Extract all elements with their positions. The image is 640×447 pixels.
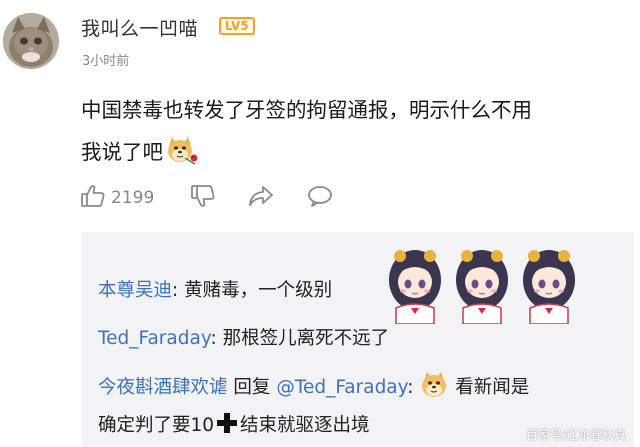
reply-username[interactable]: 本尊吴迪 [98,280,172,301]
anime-girl-stickers [386,246,578,326]
reply-button[interactable] [306,183,334,213]
reply-item: 今夜斟酒肆欢谑 回复 @Ted_Faraday: 看新闻是 [98,370,529,405]
comment-text: 中国禁毒也转发了牙签的拘留通报，明示什么不用 我说了吧 [81,89,626,173]
dislike-button[interactable] [190,183,216,213]
share-button[interactable] [247,183,275,213]
anime-girl-sticker-icon [389,250,441,324]
reply-item: 本尊吴迪: 黄赌毒，一个级别 [98,280,333,301]
comment-bubble-icon [306,183,334,213]
reply-item: Ted_Faraday: 那根签儿离死不远了 [98,328,390,349]
like-count: 2199 [111,188,155,208]
thumbs-down-icon [190,183,216,213]
comment-text-line1: 中国禁毒也转发了牙签的拘留通报，明示什么不用 [81,98,532,122]
thumbs-up-icon [80,183,106,213]
level-badge: LV5 [219,17,255,35]
doge-emoji-icon [419,370,449,400]
watermark: 百家号/辽东春秋真 [525,428,626,442]
reply-text: 黄赌毒，一个级别 [184,280,333,301]
reply-keyword: 回复 [233,377,271,398]
anime-girl-sticker-icon [456,250,508,324]
reply-text: 确定判了要10 [98,415,215,436]
reply-text: 结束就驱逐出境 [240,415,370,436]
comment-username[interactable]: 我叫么一凹喵 [81,14,198,41]
share-arrow-icon [247,183,275,213]
doge-rose-emoji-icon [165,136,199,166]
anime-girl-sticker-icon [523,250,575,324]
comment-text-line2: 我说了吧 [81,140,163,164]
comment-timestamp: 3小时前 [82,54,130,69]
user-avatar[interactable] [3,13,59,69]
reply-username[interactable]: 今夜斟酒肆欢谑 [98,377,228,398]
reply-text: 那根签儿离死不远了 [222,328,390,349]
reply-username[interactable]: Ted_Faraday [98,328,210,349]
heavy-plus-icon [216,412,238,434]
like-button[interactable]: 2199 [80,183,154,213]
reply-thread: 本尊吴迪: 黄赌毒，一个级别 Ted_Faraday: 那根签儿离死不远了 今夜… [81,232,634,447]
reply-mention[interactable]: @Ted_Faraday [276,377,407,398]
reply-text-continued: 确定判了要10 结束就驱逐出境 [98,409,370,443]
reply-text: 看新闻是 [455,377,530,398]
